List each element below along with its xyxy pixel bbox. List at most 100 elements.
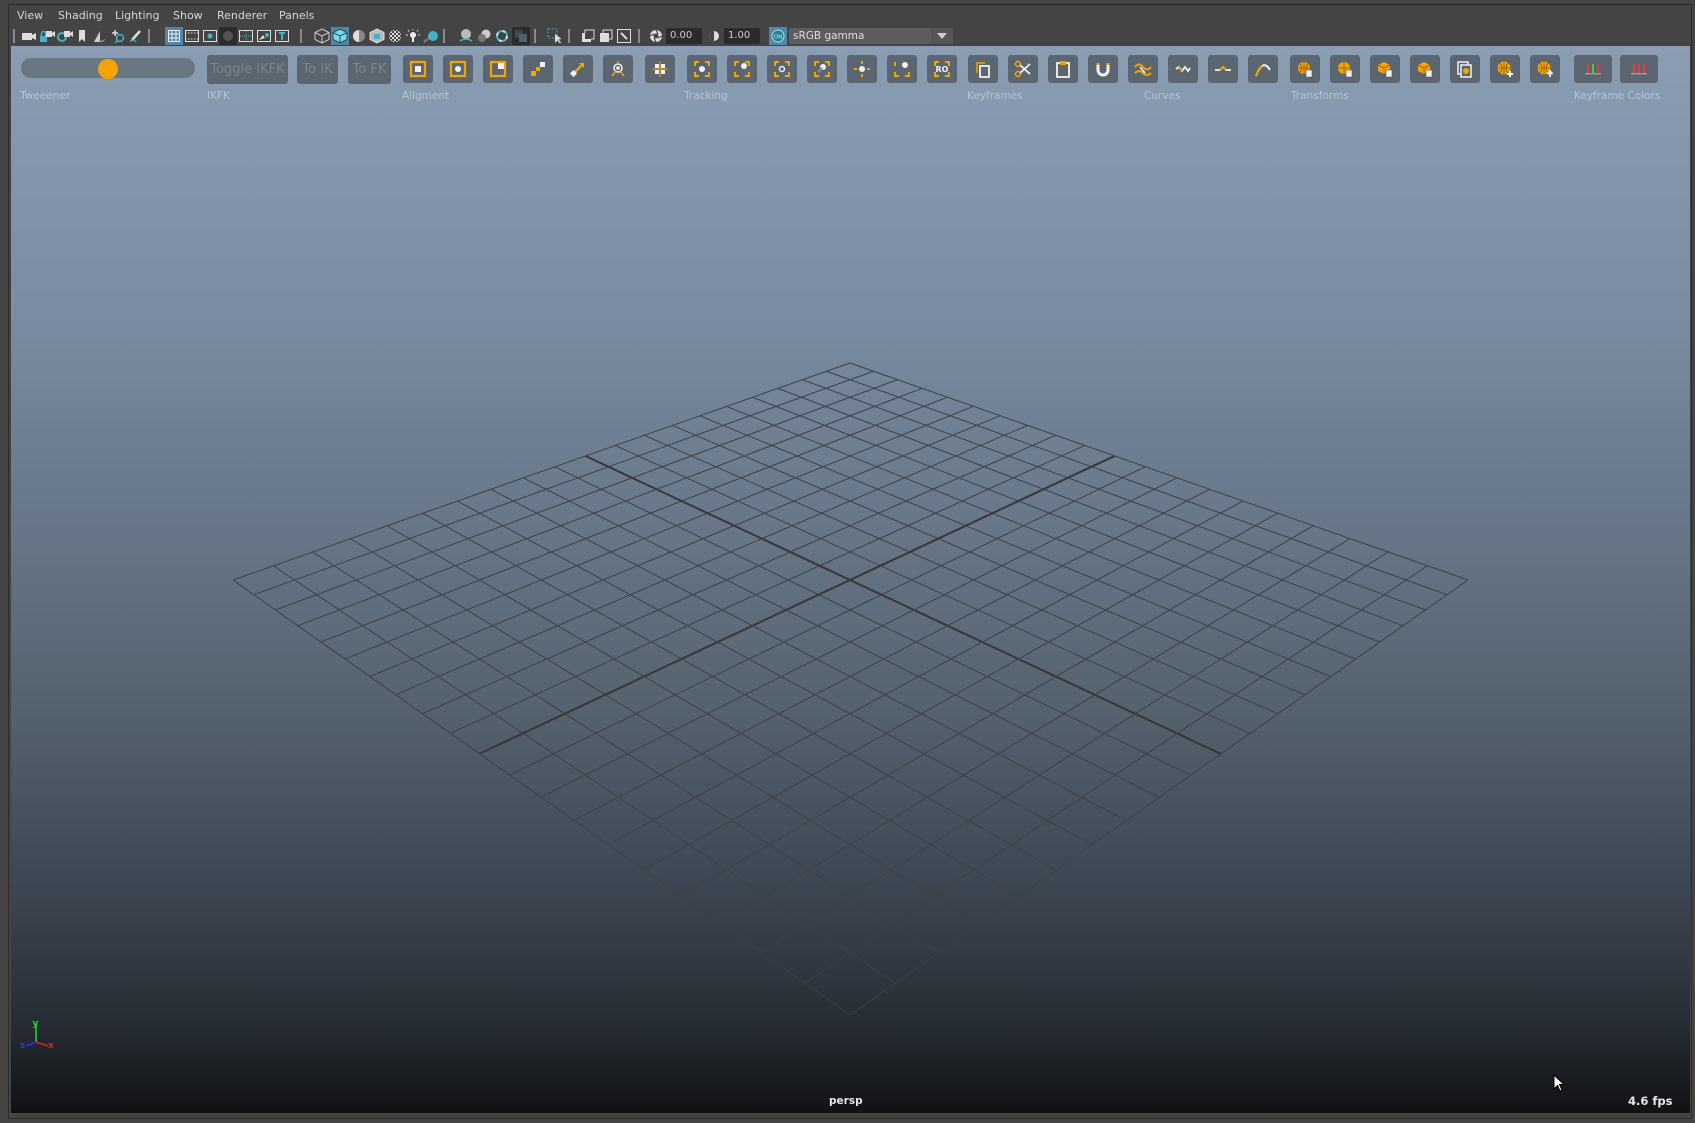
- keyframe-colors-mixed-button[interactable]: [1574, 55, 1612, 83]
- wireframe-on-shaded-icon[interactable]: [369, 28, 385, 44]
- lock-camera-icon[interactable]: [39, 28, 55, 44]
- cut-keys-icon: [1014, 60, 1032, 78]
- track-offset-button[interactable]: [767, 55, 797, 83]
- track-translate-icon: [813, 60, 831, 78]
- depth-of-field-icon[interactable]: [512, 27, 530, 45]
- xray-active-icon[interactable]: [598, 28, 614, 44]
- keyframe-colors-red-button[interactable]: [1620, 55, 1658, 83]
- select-camera-icon[interactable]: [21, 28, 37, 44]
- to-fk-button[interactable]: To FK: [348, 55, 391, 84]
- curves-label: Curves: [1144, 90, 1181, 102]
- isolate-select-icon[interactable]: [547, 28, 563, 44]
- duplicate-transform-button[interactable]: [1450, 55, 1480, 83]
- textured-icon[interactable]: [387, 28, 403, 44]
- track-center-button[interactable]: [687, 55, 717, 83]
- copy-world-transform-button[interactable]: [1290, 55, 1320, 83]
- chevron-down-icon[interactable]: [931, 28, 953, 44]
- move-world-transform-button[interactable]: [1530, 55, 1560, 83]
- field-chart-icon[interactable]: [238, 28, 254, 44]
- align-corner-button[interactable]: [483, 55, 513, 83]
- align-aim-button[interactable]: [563, 55, 593, 83]
- gamma-field[interactable]: 1.00: [724, 28, 760, 44]
- smooth-shade-icon[interactable]: [331, 27, 349, 45]
- toolbar-separator: [300, 29, 302, 43]
- add-world-transform-button[interactable]: [1490, 55, 1520, 83]
- track-translate-button[interactable]: [807, 55, 837, 83]
- copy-keys-button[interactable]: [968, 55, 998, 83]
- exposure-icon[interactable]: [648, 28, 664, 44]
- gate-mask-icon[interactable]: [219, 27, 237, 45]
- exposure-field[interactable]: 0.00: [666, 28, 702, 44]
- curve-arc-icon: [1254, 60, 1272, 78]
- film-gate-icon[interactable]: [184, 28, 200, 44]
- shadows-icon[interactable]: [423, 28, 439, 44]
- xray-icon[interactable]: [580, 28, 596, 44]
- curve-smooth-button[interactable]: [1128, 55, 1158, 83]
- grid-axis-line: [585, 455, 1222, 755]
- curve-flat-button[interactable]: [1208, 55, 1238, 83]
- grid-line: [681, 525, 1314, 897]
- wireframe-icon[interactable]: [314, 28, 330, 44]
- color-space-dropdown[interactable]: sRGB gamma: [789, 28, 953, 44]
- cut-keys-button[interactable]: [1008, 55, 1038, 83]
- paste-keys-button[interactable]: [1048, 55, 1078, 83]
- 3d-viewport[interactable]: Tweeener Toggle IKFK To IK To FK IKFK RO…: [11, 46, 1690, 1113]
- track-rotate-button[interactable]: [727, 55, 757, 83]
- svg-text:RO: RO: [936, 65, 949, 74]
- copy-local-transform-button[interactable]: [1370, 55, 1400, 83]
- toolbar-separator: [148, 29, 150, 43]
- toolbar-grip[interactable]: [13, 29, 15, 43]
- image-plane-icon[interactable]: [92, 28, 108, 44]
- menu-show[interactable]: Show: [173, 9, 203, 22]
- toggle-ikfk-button[interactable]: Toggle IKFK: [207, 55, 288, 84]
- xray-joints-icon[interactable]: [616, 28, 632, 44]
- track-rotate-icon: [733, 60, 751, 78]
- resolution-gate-icon[interactable]: [202, 28, 218, 44]
- track-point-icon: [853, 60, 871, 78]
- track-grid-button[interactable]: [645, 55, 675, 83]
- menu-lighting[interactable]: Lighting: [115, 9, 159, 22]
- align-pivot-button[interactable]: [603, 55, 633, 83]
- color-management-toggle[interactable]: ON: [769, 27, 787, 45]
- 2d-pan-zoom-icon[interactable]: [110, 28, 126, 44]
- safe-title-icon[interactable]: [274, 28, 290, 44]
- default-material-icon[interactable]: [351, 28, 367, 44]
- gamma-icon[interactable]: [706, 28, 722, 44]
- anti-aliasing-icon[interactable]: [494, 28, 510, 44]
- menu-renderer[interactable]: Renderer: [217, 9, 267, 22]
- grid-line: [761, 551, 1389, 954]
- tweener-slider-handle[interactable]: [98, 59, 118, 79]
- use-all-lights-icon[interactable]: [405, 28, 421, 44]
- paste-world-transform-icon: [1336, 60, 1354, 78]
- menu-panels[interactable]: Panels: [279, 9, 314, 22]
- screen-space-ao-icon[interactable]: [458, 28, 474, 44]
- menu-view[interactable]: View: [17, 9, 43, 22]
- tweener-slider[interactable]: [21, 58, 195, 79]
- grease-pencil-icon[interactable]: [128, 28, 144, 44]
- curve-smooth-icon: [1134, 60, 1152, 78]
- panel-menu-bar: View Shading Lighting Show Renderer Pane…: [10, 6, 1690, 26]
- bookmark-icon[interactable]: [74, 28, 90, 44]
- paste-local-transform-button[interactable]: [1410, 55, 1440, 83]
- magnet-keys-button[interactable]: [1088, 55, 1118, 83]
- align-position-button[interactable]: [403, 55, 433, 83]
- curve-noise-button[interactable]: [1168, 55, 1198, 83]
- track-rotate-object-button[interactable]: RO: [927, 55, 957, 83]
- align-center-button[interactable]: [443, 55, 473, 83]
- keyframe-colors-red-icon: [1630, 60, 1648, 78]
- motion-blur-icon[interactable]: [476, 28, 492, 44]
- toolbar-separator: [443, 29, 445, 43]
- track-grid-icon: [651, 60, 669, 78]
- grid-icon[interactable]: [165, 27, 183, 45]
- menu-shading[interactable]: Shading: [58, 9, 103, 22]
- safe-action-icon[interactable]: [256, 28, 272, 44]
- camera-attributes-icon[interactable]: [57, 28, 73, 44]
- paste-world-transform-button[interactable]: [1330, 55, 1360, 83]
- keyframe-colors-mixed-icon: [1584, 60, 1602, 78]
- curve-arc-button[interactable]: [1248, 55, 1278, 83]
- grid-line: [253, 370, 874, 596]
- align-snap-button[interactable]: [523, 55, 553, 83]
- to-ik-button[interactable]: To IK: [297, 55, 338, 84]
- track-corner-button[interactable]: [887, 55, 917, 83]
- track-point-button[interactable]: [847, 55, 877, 83]
